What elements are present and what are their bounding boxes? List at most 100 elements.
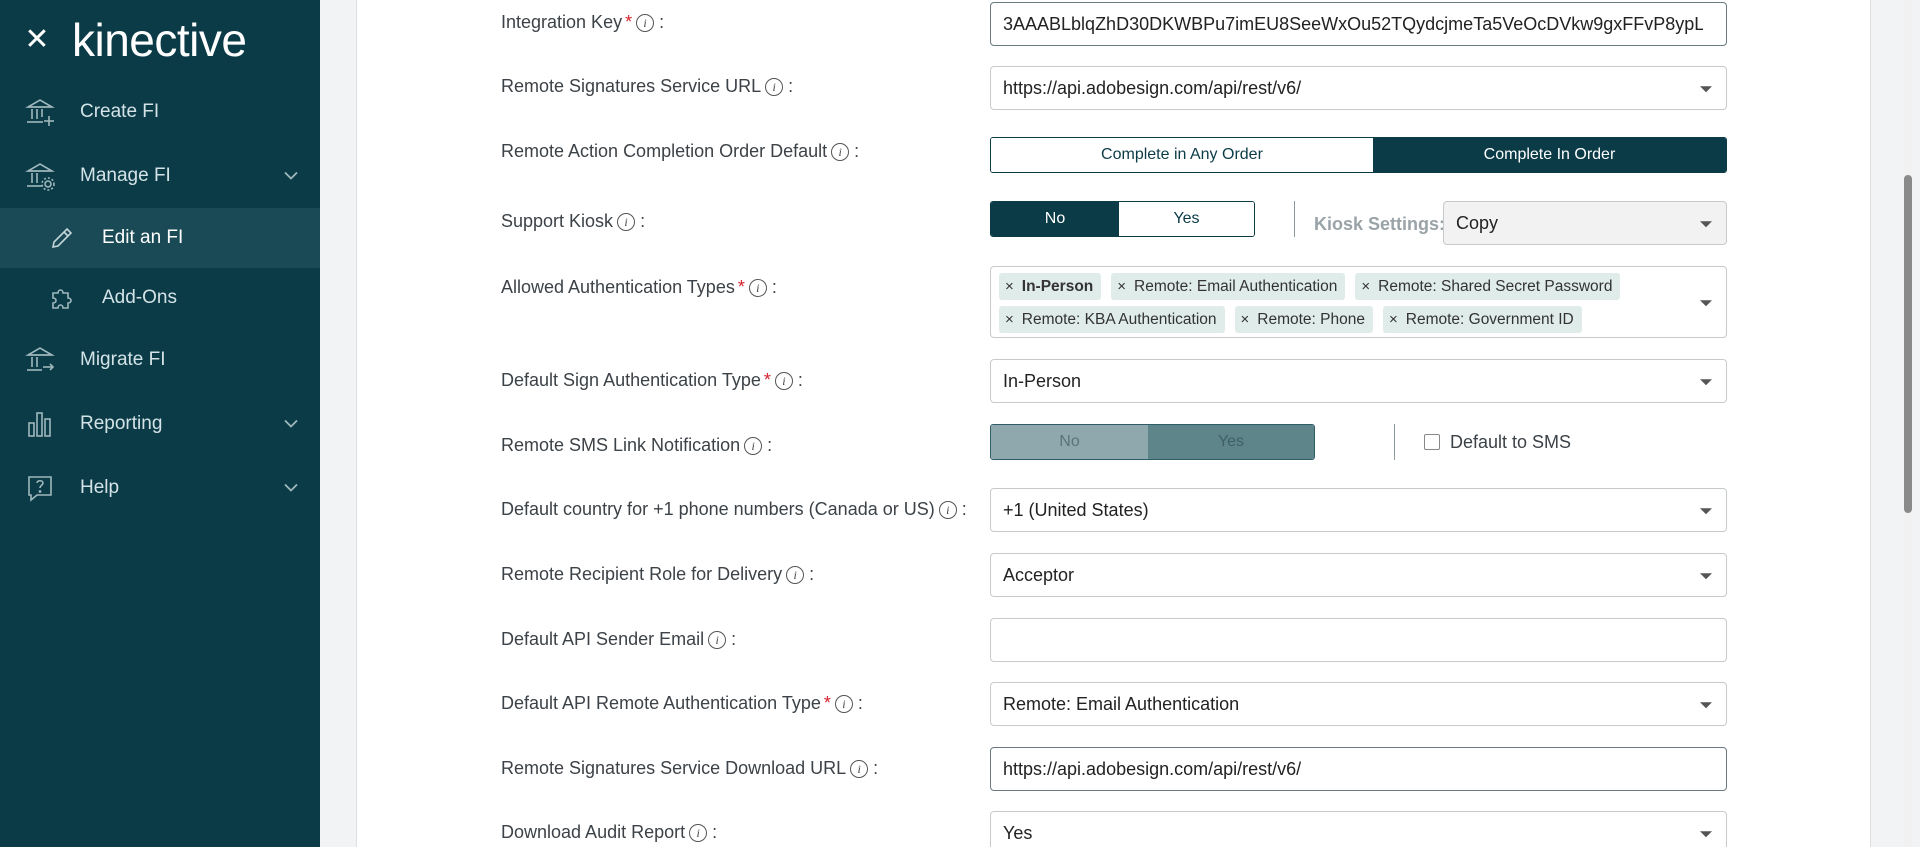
default-sign-auth-select[interactable]: In-Person xyxy=(990,359,1727,403)
support-kiosk-yes-option[interactable]: Yes xyxy=(1119,202,1254,236)
label-text: Default Sign Authentication Type xyxy=(501,370,761,390)
tag: × Remote: Email Authentication xyxy=(1111,273,1346,300)
label-text: Default API Remote Authentication Type xyxy=(501,693,821,713)
sidebar-item-migrate-fi[interactable]: Migrate FI xyxy=(0,328,320,392)
info-icon[interactable]: i xyxy=(744,436,763,455)
sidebar-item-reporting[interactable]: Reporting xyxy=(0,392,320,456)
sidebar-item-label: Help xyxy=(80,477,120,498)
divider xyxy=(1394,424,1395,460)
info-icon[interactable]: i xyxy=(765,77,784,96)
label-text: Integration Key xyxy=(501,12,623,32)
dropdown-arrow-icon xyxy=(1700,221,1712,228)
default-to-sms-checkbox[interactable]: Default to SMS xyxy=(1424,423,1571,461)
sms-link-no-option[interactable]: No xyxy=(991,425,1149,459)
integration-key-label: Integration Key * i: xyxy=(501,12,664,33)
close-icon[interactable]: ✕ xyxy=(22,25,52,55)
divider xyxy=(1294,201,1295,237)
puzzle-icon xyxy=(46,282,78,314)
info-icon[interactable]: i xyxy=(636,13,655,32)
info-icon[interactable]: i xyxy=(834,694,853,713)
colon: : xyxy=(857,693,863,713)
colon: : xyxy=(854,141,860,161)
recipient-role-value: Acceptor xyxy=(1003,564,1075,585)
default-sign-auth-label: Default Sign Authentication Type * i: xyxy=(501,370,803,391)
remove-tag-icon[interactable]: × xyxy=(1005,311,1014,328)
sidebar-item-create-fi[interactable]: Create FI xyxy=(0,80,320,144)
remove-tag-icon[interactable]: × xyxy=(1005,278,1014,295)
sms-link-yes-option[interactable]: Yes xyxy=(1148,425,1314,459)
info-icon[interactable]: i xyxy=(786,565,805,584)
tag-label: Remote: Shared Secret Password xyxy=(1378,277,1613,295)
checkbox-box[interactable] xyxy=(1424,434,1440,450)
sidebar-item-help[interactable]: Help xyxy=(0,456,320,520)
colon: : xyxy=(640,211,646,231)
tag-label: Remote: KBA Authentication xyxy=(1021,310,1217,328)
colon: : xyxy=(961,499,967,519)
info-icon[interactable]: i xyxy=(850,759,869,778)
sidebar-item-manage-fi[interactable]: Manage FI xyxy=(0,144,320,208)
remote-sig-url-value: https://api.adobesign.com/api/rest/v6/ xyxy=(1003,77,1302,98)
label-text: Remote SMS Link Notification xyxy=(501,435,741,455)
remove-tag-icon[interactable]: × xyxy=(1389,311,1398,328)
support-kiosk-label: Support Kiosk i: xyxy=(501,211,645,232)
audit-report-select[interactable]: Yes xyxy=(990,811,1727,847)
default-country-value: +1 (United States) xyxy=(1003,499,1149,520)
required-marker: * xyxy=(763,370,771,390)
chevron-down-icon[interactable] xyxy=(284,419,298,429)
colon: : xyxy=(731,629,737,649)
sidebar-item-label: Add-Ons xyxy=(102,287,177,308)
support-kiosk-no-option[interactable]: No xyxy=(991,202,1120,236)
sidebar-item-add-ons[interactable]: Add-Ons xyxy=(0,268,320,328)
auth-types-label: Allowed Authentication Types * i: xyxy=(501,277,777,298)
integration-key-value: 3AAABLblqZhD30DKWBPu7imEU8SeeWxOu52TQydc… xyxy=(1003,13,1703,34)
remote-sig-url-select[interactable]: https://api.adobesign.com/api/rest/v6/ xyxy=(990,66,1727,110)
required-marker: * xyxy=(737,277,745,297)
info-icon[interactable]: i xyxy=(748,278,767,297)
info-icon[interactable]: i xyxy=(689,823,708,842)
label-text: Download Audit Report xyxy=(501,822,686,842)
download-url-value: https://api.adobesign.com/api/rest/v6/ xyxy=(1003,758,1302,779)
api-sender-email-input[interactable] xyxy=(990,618,1727,662)
info-icon[interactable]: i xyxy=(831,142,850,161)
api-remote-auth-value: Remote: Email Authentication xyxy=(1003,693,1240,714)
chevron-down-icon[interactable] xyxy=(284,483,298,493)
remote-sig-url-label: Remote Signatures Service URL i: xyxy=(501,76,793,97)
download-url-input[interactable]: https://api.adobesign.com/api/rest/v6/ xyxy=(990,747,1727,791)
sidebar-item-label: Reporting xyxy=(80,413,163,434)
recipient-role-select[interactable]: Acceptor xyxy=(990,553,1727,597)
sidebar: ✕ kinective Create FI Manage FI Edit an … xyxy=(0,0,320,847)
default-country-select[interactable]: +1 (United States) xyxy=(990,488,1727,532)
scrollbar-thumb[interactable] xyxy=(1904,175,1912,513)
api-remote-auth-select[interactable]: Remote: Email Authentication xyxy=(990,682,1727,726)
vertical-scrollbar[interactable] xyxy=(1904,0,1912,847)
api-sender-email-label: Default API Sender Email i: xyxy=(501,629,736,650)
audit-report-value: Yes xyxy=(1003,822,1033,843)
auth-types-multiselect[interactable]: × In-Person × Remote: Email Authentication… xyxy=(990,266,1727,338)
label-text: Remote Action Completion Order Default xyxy=(501,141,828,161)
integration-key-input[interactable]: 3AAABLblqZhD30DKWBPu7imEU8SeeWxOu52TQydc… xyxy=(990,2,1727,46)
info-icon[interactable]: i xyxy=(617,212,636,231)
download-url-label: Remote Signatures Service Download URL i: xyxy=(501,758,878,779)
api-remote-auth-label: Default API Remote Authentication Type * i… xyxy=(501,693,863,714)
completion-order-label: Remote Action Completion Order Default i: xyxy=(501,141,859,162)
remove-tag-icon[interactable]: × xyxy=(1241,311,1250,328)
info-icon[interactable]: i xyxy=(774,371,793,390)
remove-tag-icon[interactable]: × xyxy=(1361,278,1370,295)
info-icon[interactable]: i xyxy=(708,630,727,649)
colon: : xyxy=(809,564,815,584)
tag-label: Remote: Government ID xyxy=(1405,310,1574,328)
checkbox-label: Default to SMS xyxy=(1450,431,1572,452)
complete-in-order-option[interactable]: Complete In Order xyxy=(1372,138,1726,172)
bank-gear-icon xyxy=(24,160,56,192)
bank-arrow-icon xyxy=(24,344,56,376)
dropdown-arrow-icon xyxy=(1700,300,1712,307)
info-icon[interactable]: i xyxy=(938,500,957,519)
tag-label: Remote: Email Authentication xyxy=(1134,277,1338,295)
colon: : xyxy=(873,758,879,778)
sms-link-toggle: No Yes xyxy=(990,424,1315,460)
remove-tag-icon[interactable]: × xyxy=(1117,278,1126,295)
complete-any-order-option[interactable]: Complete in Any Order xyxy=(991,138,1373,172)
chevron-down-icon[interactable] xyxy=(284,171,298,181)
kiosk-settings-select[interactable]: Copy xyxy=(1443,201,1727,245)
sidebar-item-edit-an-fi[interactable]: Edit an FI xyxy=(0,208,320,268)
